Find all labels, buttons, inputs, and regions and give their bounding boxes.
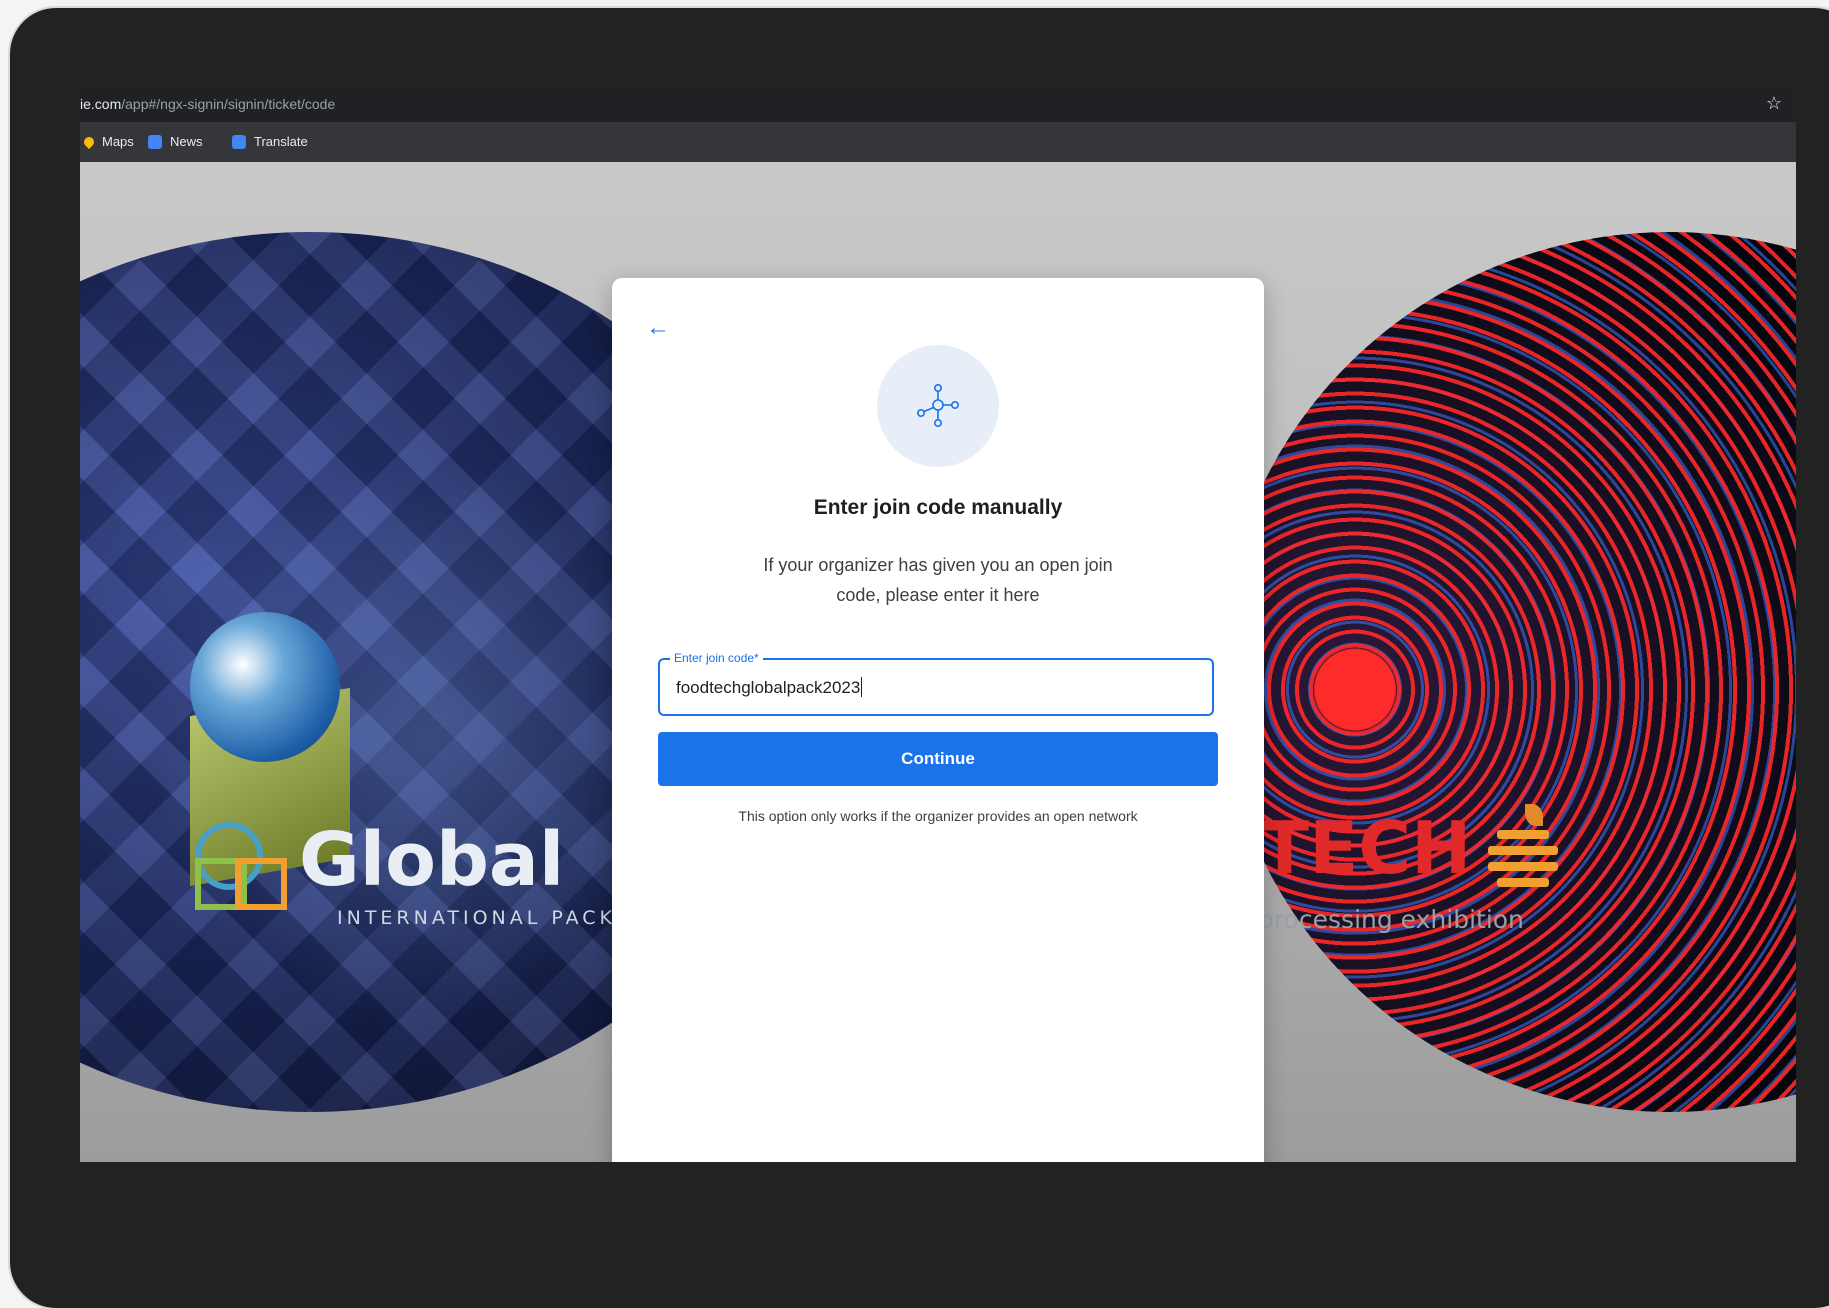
network-badge <box>877 345 999 467</box>
join-code-label: Enter join code* <box>670 651 763 665</box>
text-caret <box>861 677 863 697</box>
back-arrow-icon[interactable]: ← <box>646 314 670 342</box>
background-right-artwork <box>1220 232 1796 1112</box>
tech-logo-subtext: processing exhibition <box>1258 905 1524 934</box>
global-logo: Global <box>195 802 565 910</box>
url-path: /app#/ngx-signin/signin/ticket/code <box>121 96 336 112</box>
bookmark-label: News <box>170 134 203 149</box>
continue-button[interactable]: Continue <box>658 732 1218 786</box>
maps-pin-icon <box>81 134 97 149</box>
join-code-input[interactable]: Enter join code* foodtechglobalpack2023 <box>658 651 1214 716</box>
global-logo-mark-icon <box>195 802 287 910</box>
join-code-value: foodtechglobalpack2023 <box>676 678 861 697</box>
join-code-value-wrap[interactable]: foodtechglobalpack2023 <box>676 677 863 698</box>
bookmark-news[interactable]: News <box>148 134 203 149</box>
network-icon <box>916 383 959 427</box>
news-icon <box>148 134 162 149</box>
translate-icon <box>232 134 246 149</box>
open-network-note: This option only works if the organizer … <box>738 808 1138 824</box>
browser-screen: ie.com/app#/ngx-signin/signin/ticket/cod… <box>80 88 1796 1162</box>
bookmark-maps[interactable]: Maps <box>81 134 134 149</box>
join-code-dialog: ← Enter join code manually If your organ… <box>612 278 1264 1162</box>
bookmark-translate[interactable]: Translate <box>232 134 308 149</box>
global-logo-text: Global <box>299 817 565 903</box>
bookmark-star-icon[interactable]: ☆ <box>1766 93 1782 114</box>
dialog-title: Enter join code manually <box>813 496 1063 519</box>
tech-logo-mark-icon <box>1485 802 1561 892</box>
address-bar[interactable]: ie.com/app#/ngx-signin/signin/ticket/cod… <box>80 88 1796 122</box>
device-frame: ie.com/app#/ngx-signin/signin/ticket/cod… <box>10 8 1829 1308</box>
page-content: Global INTERNATIONAL PACKA TECH processi… <box>80 162 1796 1162</box>
global-logo-subtext: INTERNATIONAL PACKA <box>337 907 633 929</box>
bookmark-label: Maps <box>102 134 134 149</box>
bookmark-label: Translate <box>254 134 308 149</box>
globe-image <box>190 612 340 762</box>
bookmarks-bar: Maps News Translate <box>80 122 1796 162</box>
dialog-description: If your organizer has given you an open … <box>763 555 1113 605</box>
url-text[interactable]: ie.com/app#/ngx-signin/signin/ticket/cod… <box>80 96 335 112</box>
url-host: ie.com <box>80 96 122 112</box>
tech-logo-text: TECH <box>1260 806 1472 890</box>
